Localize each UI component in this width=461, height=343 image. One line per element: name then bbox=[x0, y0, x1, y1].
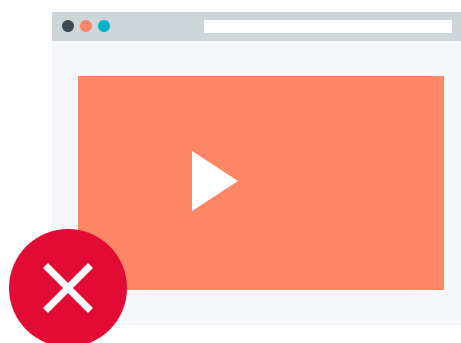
video-player[interactable] bbox=[78, 76, 444, 290]
close-x-icon bbox=[43, 263, 93, 313]
browser-titlebar bbox=[52, 12, 461, 41]
play-icon[interactable] bbox=[192, 151, 238, 211]
address-bar[interactable] bbox=[204, 20, 452, 33]
minimize-dot-icon[interactable] bbox=[80, 20, 92, 32]
error-badge bbox=[9, 229, 127, 343]
illustration bbox=[0, 0, 461, 343]
close-dot-icon[interactable] bbox=[62, 20, 74, 32]
maximize-dot-icon[interactable] bbox=[98, 20, 110, 32]
